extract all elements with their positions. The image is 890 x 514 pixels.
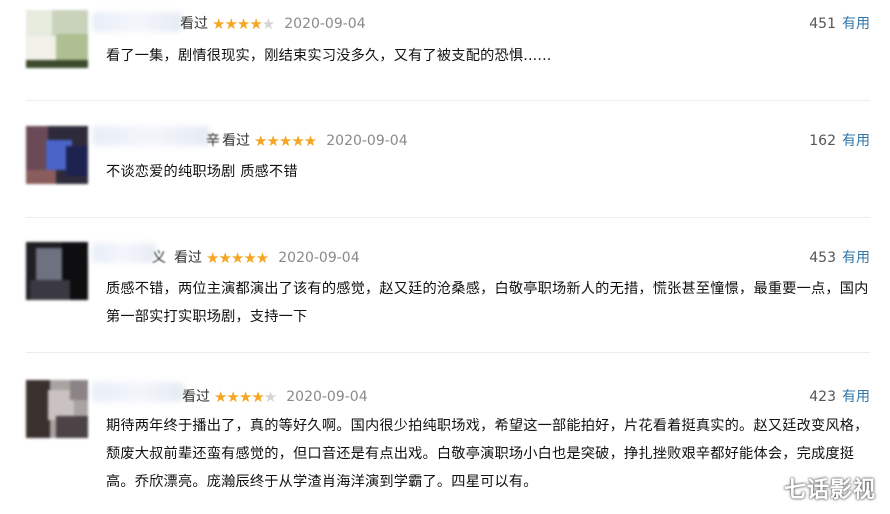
rating-stars: ★★★★★ <box>254 132 317 150</box>
watched-label: 看过 <box>180 16 208 32</box>
username-blurred[interactable] <box>92 12 182 32</box>
useful-votes: 453 有用 <box>809 247 870 267</box>
watermark: 七话影视 <box>783 478 876 503</box>
useful-button[interactable]: 有用 <box>842 133 870 149</box>
useful-votes: 451 有用 <box>809 13 870 33</box>
review-meta: 看过 ★★★★★ 2020-09-04 <box>174 247 360 267</box>
review-text: 不谈恋爱的纯职场剧 质感不错 <box>106 164 298 180</box>
username-blurred[interactable] <box>92 382 184 402</box>
username-tail: 义 <box>152 250 166 266</box>
useful-votes: 423 有用 <box>809 386 870 406</box>
useful-button[interactable]: 有用 <box>842 16 870 32</box>
review-date: 2020-09-04 <box>284 16 366 32</box>
rating-stars: ★★★★★ <box>214 388 277 406</box>
review-meta: 看过 ★★★★★ 2020-09-04 <box>180 13 366 33</box>
watched-label: 看过 <box>174 250 202 266</box>
review-meta: 看过 ★★★★★ 2020-09-04 <box>222 130 408 150</box>
review-meta: 看过 ★★★★★ 2020-09-04 <box>182 386 368 406</box>
review-date: 2020-09-04 <box>278 250 360 266</box>
divider <box>26 352 870 353</box>
watched-label: 看过 <box>182 389 210 405</box>
username-tail: 辛 <box>206 133 220 149</box>
vote-count: 162 <box>809 133 836 149</box>
avatar[interactable] <box>26 10 88 68</box>
useful-button[interactable]: 有用 <box>842 250 870 266</box>
review-date: 2020-09-04 <box>326 133 408 149</box>
review-text: 看了一集，剧情很现实，刚结束实习没多久，又有了被支配的恐惧...... <box>106 48 552 64</box>
watched-label: 看过 <box>222 133 250 149</box>
username-blurred[interactable] <box>92 243 156 263</box>
vote-count: 423 <box>809 389 836 405</box>
vote-count: 453 <box>809 250 836 266</box>
review-text: 期待两年终于播出了，真的等好久啊。国内很少拍纯职场戏，希望这一部能拍好，片花看着… <box>106 418 869 490</box>
avatar[interactable] <box>26 380 88 438</box>
username-blurred[interactable] <box>92 126 210 146</box>
divider <box>26 100 870 101</box>
avatar[interactable] <box>26 126 88 184</box>
rating-stars: ★★★★★ <box>212 15 275 33</box>
review-text: 质感不错，两位主演都演出了该有的感觉，赵又廷的沧桑感，白敬亭职场新人的无措，慌张… <box>106 281 869 325</box>
divider <box>26 217 870 218</box>
useful-button[interactable]: 有用 <box>842 389 870 405</box>
review-date: 2020-09-04 <box>286 389 368 405</box>
vote-count: 451 <box>809 16 836 32</box>
avatar[interactable] <box>26 242 88 300</box>
useful-votes: 162 有用 <box>809 130 870 150</box>
rating-stars: ★★★★★ <box>206 249 269 267</box>
